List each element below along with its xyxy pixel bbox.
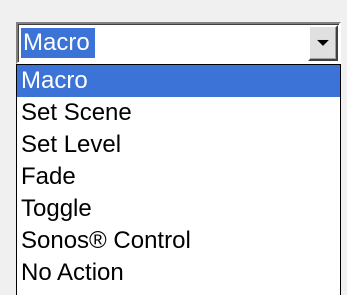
dropdown-toggle-button[interactable] xyxy=(308,25,338,61)
dropdown-item-no-action[interactable]: No Action xyxy=(17,257,340,289)
dropdown-item-set-scene[interactable]: Set Scene xyxy=(17,97,340,129)
dropdown-item-set-level[interactable]: Set Level xyxy=(17,129,340,161)
dropdown-item-macro[interactable]: Macro xyxy=(17,65,340,97)
combobox-selected-value: Macro xyxy=(20,27,96,59)
dropdown-item-sonos-control[interactable]: Sonos® Control xyxy=(17,225,340,257)
action-type-combobox[interactable]: Macro xyxy=(16,22,341,64)
action-type-selector: Macro Macro Set Scene Set Level Fade Tog… xyxy=(0,0,347,295)
dropdown-list[interactable]: Macro Set Scene Set Level Fade Toggle So… xyxy=(16,64,341,295)
dropdown-item-fade[interactable]: Fade xyxy=(17,161,340,193)
dropdown-item-toggle[interactable]: Toggle xyxy=(17,193,340,225)
